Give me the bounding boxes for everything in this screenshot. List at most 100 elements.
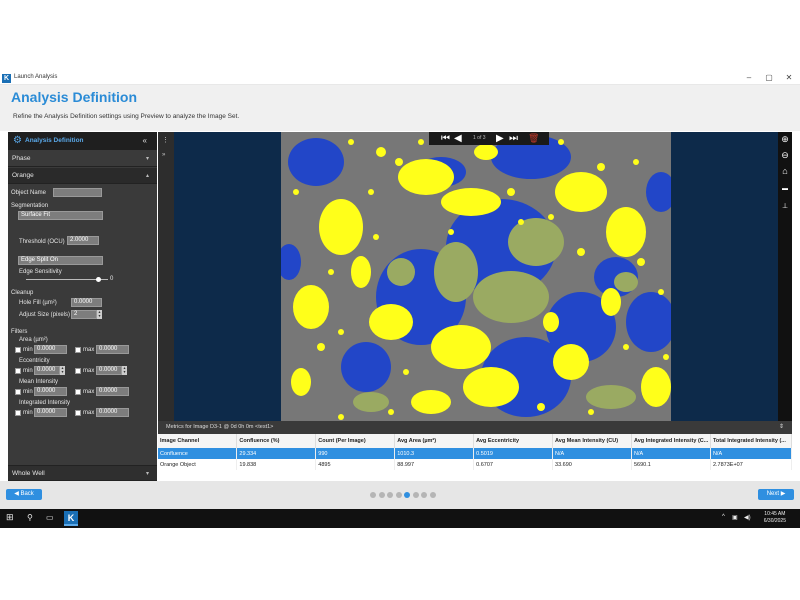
metrics-header[interactable]: Metrics for Image D3-1 @ 0d 0h 0m <test1…: [158, 421, 792, 434]
windows-taskbar: ⊞ ⚲ ▭ K ^ ▣ ◀) 10:45 AM 6/30/2025: [0, 509, 800, 528]
eccentricity-min-stepper[interactable]: ▴ ▾: [60, 366, 65, 375]
area-max-input[interactable]: 0.0000: [96, 345, 129, 354]
threshold-input[interactable]: 2.0000: [67, 236, 99, 245]
minimize-icon[interactable]: –: [742, 73, 756, 82]
mean-intensity-max-input[interactable]: 0.0000: [96, 387, 129, 396]
panel-header: ⚙ Analysis Definition «: [8, 132, 157, 150]
expand-panel-icon[interactable]: »: [162, 152, 165, 158]
adjust-size-input[interactable]: 2: [71, 310, 97, 319]
chevron-up-icon[interactable]: ^: [722, 514, 725, 520]
collapse-panel-icon[interactable]: «: [143, 136, 147, 145]
eccentricity-min-input[interactable]: 0.0000: [34, 366, 60, 375]
next-button[interactable]: Next ▶: [758, 489, 794, 500]
object-name-input[interactable]: [53, 188, 102, 197]
page-dot[interactable]: [412, 492, 419, 498]
object-name-label: Object Name: [11, 190, 47, 196]
drag-handle-icon[interactable]: ⋮: [162, 136, 169, 144]
table-row[interactable]: Confluence 29.334 990 1010.3 0.5019 N/A …: [158, 448, 793, 459]
column-header[interactable]: Avg Mean Intensity (CU): [552, 434, 632, 448]
zoom-in-icon[interactable]: ⊕: [779, 134, 791, 145]
home-icon[interactable]: ⌂: [779, 166, 791, 176]
edge-sensitivity-slider-thumb[interactable]: [96, 277, 101, 282]
edge-sensitivity-label: Edge Sensitivity: [19, 269, 62, 275]
column-header[interactable]: Avg Integrated Intensity (C...: [631, 434, 711, 448]
first-image-icon[interactable]: ⏮: [441, 132, 450, 145]
zoom-out-icon[interactable]: ⊖: [779, 150, 791, 161]
mean-intensity-min-input[interactable]: 0.0000: [34, 387, 67, 396]
filter-area-label: Area (µm²): [19, 337, 48, 343]
search-icon[interactable]: ⚲: [27, 513, 33, 522]
section-whole-well[interactable]: Whole Well ▾: [8, 465, 157, 481]
column-header[interactable]: Avg Eccentricity: [473, 434, 554, 448]
section-phase[interactable]: Phase ▾: [8, 151, 157, 167]
column-header[interactable]: Avg Area (µm²): [394, 434, 475, 448]
integrated-intensity-min-checkbox[interactable]: [15, 410, 21, 416]
page-dot[interactable]: [421, 492, 427, 498]
page-dot[interactable]: [429, 492, 436, 498]
window-title-bar: K Launch Analysis – ▢ ✕: [0, 72, 800, 85]
area-min-checkbox[interactable]: [15, 347, 21, 353]
viewer-side-strip: ⋮ »: [158, 132, 174, 421]
cleanup-label: Cleanup: [11, 290, 34, 296]
task-view-icon[interactable]: ▭: [46, 513, 54, 522]
adjust-size-label: Adjust Size (pixels): [19, 312, 71, 318]
back-button-label: Back: [20, 491, 34, 497]
table-row[interactable]: Orange Object 19.838 4895 88.997 0.6707 …: [158, 459, 793, 470]
adjust-size-stepper[interactable]: ▴ ▾: [97, 310, 102, 319]
volume-icon[interactable]: ◀): [744, 514, 751, 521]
table-cell: 1010.3: [394, 448, 475, 459]
table-cell: 5690.1: [631, 459, 711, 470]
page-dot[interactable]: [395, 492, 402, 498]
table-cell: 0.5019: [473, 448, 554, 459]
column-header[interactable]: Count (Per Image): [315, 434, 396, 448]
eccentricity-max-checkbox[interactable]: [75, 368, 81, 374]
eccentricity-min-checkbox[interactable]: [15, 368, 21, 374]
column-header[interactable]: Image Channel: [158, 434, 238, 448]
back-button[interactable]: ◀ Back: [6, 489, 42, 500]
hole-fill-input[interactable]: 0.0000: [71, 298, 102, 307]
maximize-icon[interactable]: ▢: [762, 73, 776, 82]
integrated-intensity-min-input[interactable]: 0.0000: [34, 408, 67, 417]
table-cell: 29.334: [236, 448, 317, 459]
network-icon[interactable]: ▣: [732, 514, 738, 521]
windows-start-icon[interactable]: ⊞: [6, 512, 14, 523]
segmentation-select[interactable]: Surface Fit: [18, 211, 103, 220]
delete-icon[interactable]: 🗑: [528, 132, 539, 145]
eccentricity-max-input[interactable]: 0.0000: [96, 366, 122, 375]
eccentricity-max-stepper[interactable]: ▴ ▾: [122, 366, 127, 375]
taskbar-app-icon[interactable]: K: [64, 511, 78, 526]
page-dot[interactable]: [378, 492, 385, 498]
table-cell: N/A: [552, 448, 632, 459]
filter-mean-intensity-label: Mean Intensity: [19, 379, 59, 385]
close-icon[interactable]: ✕: [782, 73, 796, 82]
chevron-icon[interactable]: ⇕: [779, 421, 784, 434]
page-dot[interactable]: [387, 492, 393, 498]
taskbar-clock[interactable]: 10:45 AM 6/30/2025: [764, 511, 786, 525]
page-dot[interactable]: [404, 492, 410, 498]
page-subtitle: Refine the Analysis Definition settings …: [13, 113, 240, 120]
mean-intensity-min-checkbox[interactable]: [15, 389, 21, 395]
image-viewer[interactable]: ⏮ ◀ 1 of 3 ▶ ⏭ 🗑: [174, 132, 778, 421]
page-dot[interactable]: [370, 492, 376, 498]
column-header[interactable]: Confluence (%): [236, 434, 317, 448]
ruler-icon[interactable]: ▬: [779, 186, 791, 192]
table-cell: 2.7873E+07: [710, 459, 793, 470]
table-cell: 4895: [315, 459, 396, 470]
area-min-input[interactable]: 0.0000: [34, 345, 67, 354]
page-title: Analysis Definition: [11, 89, 138, 105]
table-cell: 990: [315, 448, 396, 459]
chevron-down-icon: ▾: [145, 156, 149, 162]
previous-image-icon[interactable]: ◀: [454, 132, 462, 145]
window-title: Launch Analysis: [14, 74, 58, 80]
mean-intensity-max-checkbox[interactable]: [75, 389, 81, 395]
integrated-intensity-max-input[interactable]: 0.0000: [96, 408, 129, 417]
column-header[interactable]: Total Integrated Intensity (...: [710, 434, 793, 448]
area-max-checkbox[interactable]: [75, 347, 81, 353]
section-orange[interactable]: Orange ▴: [8, 168, 157, 184]
integrated-intensity-max-checkbox[interactable]: [75, 410, 81, 416]
lut-icon[interactable]: ⊥: [779, 202, 791, 210]
preview-image[interactable]: [281, 132, 671, 421]
edge-split-select[interactable]: Edge Split On: [18, 256, 103, 265]
next-image-icon[interactable]: ▶: [496, 132, 504, 145]
last-image-icon[interactable]: ⏭: [509, 132, 518, 145]
